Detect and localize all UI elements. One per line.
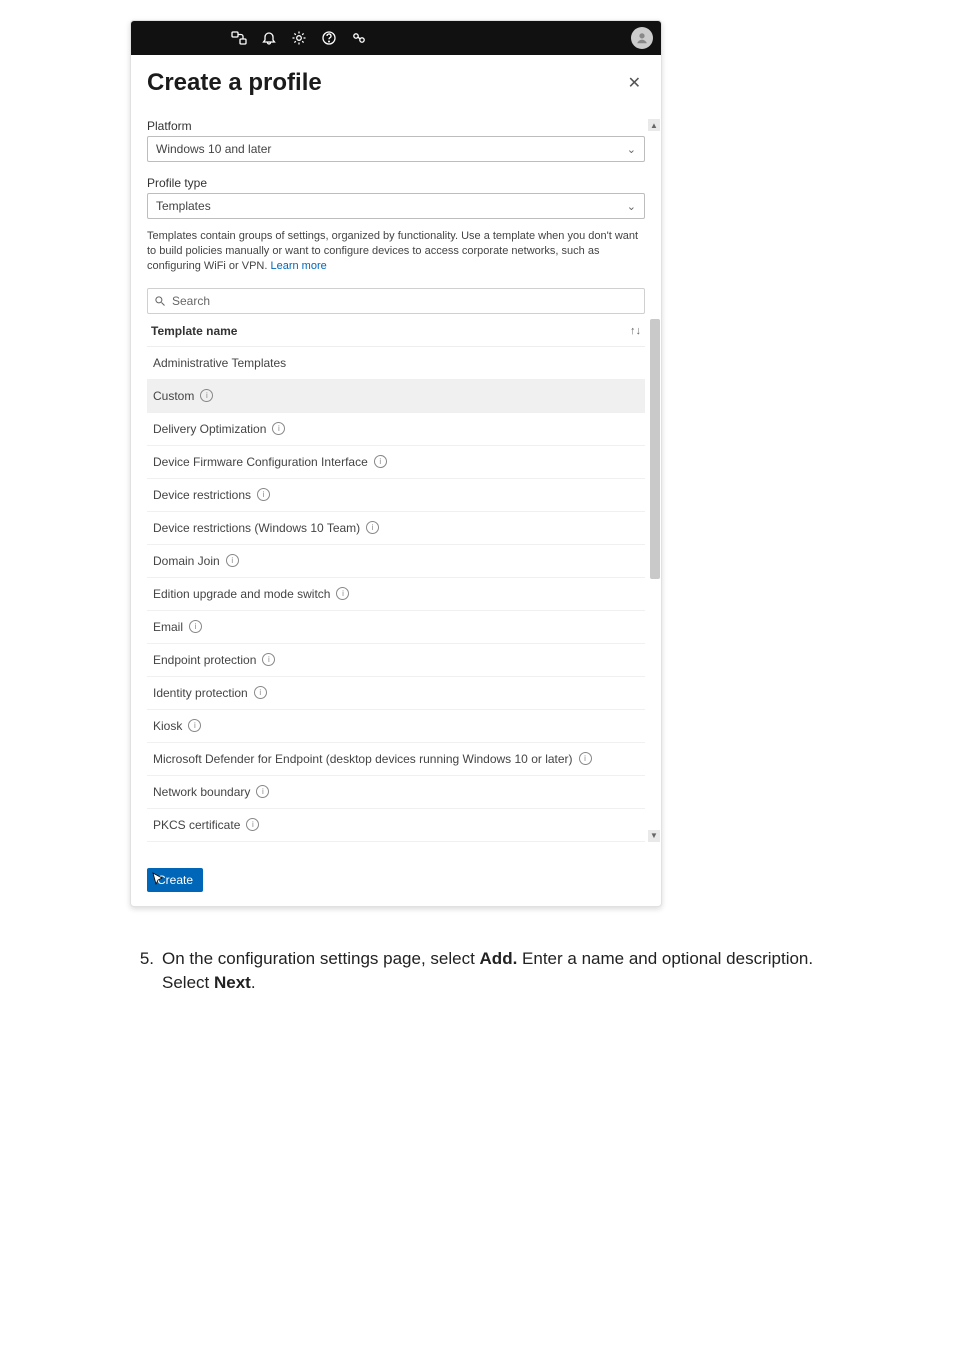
screenshot-card: Create a profile ✕ ▲ ▼ Platform Windows …: [130, 20, 662, 907]
info-icon[interactable]: i: [374, 455, 387, 468]
template-row-label: Delivery Optimization: [153, 422, 266, 436]
profile-type-select[interactable]: Templates ⌄: [147, 193, 645, 219]
scrollbar[interactable]: ▲ ▼: [648, 119, 660, 842]
template-row-label: Email: [153, 620, 183, 634]
info-icon[interactable]: i: [257, 488, 270, 501]
template-row-label: PKCS certificate: [153, 818, 240, 832]
platform-select[interactable]: Windows 10 and later ⌄: [147, 136, 645, 162]
sort-icon: ↑↓: [630, 325, 641, 337]
template-row-label: Kiosk: [153, 719, 182, 733]
template-row[interactable]: Microsoft Defender for Endpoint (desktop…: [147, 743, 645, 776]
help-icon[interactable]: [321, 30, 337, 46]
template-row-label: Edition upgrade and mode switch: [153, 587, 330, 601]
info-icon[interactable]: i: [188, 719, 201, 732]
template-row-label: Endpoint protection: [153, 653, 256, 667]
info-icon[interactable]: i: [200, 389, 213, 402]
template-row-label: Device restrictions (Windows 10 Team): [153, 521, 360, 535]
info-icon[interactable]: i: [189, 620, 202, 633]
info-icon[interactable]: i: [254, 686, 267, 699]
instruction-step-5: 5. On the configuration settings page, s…: [130, 947, 854, 996]
info-icon[interactable]: i: [262, 653, 275, 666]
template-row[interactable]: PKCS certificate i: [147, 809, 645, 842]
gear-icon[interactable]: [291, 30, 307, 46]
bell-icon[interactable]: [261, 30, 277, 46]
template-row-label: Administrative Templates: [153, 356, 286, 370]
learn-more-link[interactable]: Learn more: [270, 260, 326, 272]
close-icon[interactable]: ✕: [624, 69, 645, 97]
template-row[interactable]: Edition upgrade and mode switch i: [147, 578, 645, 611]
info-icon[interactable]: i: [256, 785, 269, 798]
template-row-label: Domain Join: [153, 554, 220, 568]
feedback-icon[interactable]: [351, 30, 367, 46]
info-icon[interactable]: i: [336, 587, 349, 600]
template-row[interactable]: Network boundary i: [147, 776, 645, 809]
template-row[interactable]: Identity protection i: [147, 677, 645, 710]
search-placeholder: Search: [172, 294, 210, 308]
template-row[interactable]: Delivery Optimization i: [147, 413, 645, 446]
template-row[interactable]: Kioski: [147, 710, 645, 743]
panel-scroll-area: ▲ ▼ Platform Windows 10 and later ⌄ Prof…: [147, 119, 645, 842]
template-row[interactable]: Endpoint protection i: [147, 644, 645, 677]
step-number: 5.: [130, 947, 154, 972]
template-row[interactable]: Device restrictions (Windows 10 Team) i: [147, 512, 645, 545]
platform-value: Windows 10 and later: [156, 142, 271, 156]
scroll-up-icon[interactable]: ▲: [648, 119, 660, 131]
scroll-thumb[interactable]: [650, 319, 660, 579]
template-row[interactable]: Emaili: [147, 611, 645, 644]
platform-label: Platform: [147, 119, 645, 133]
top-bar: [131, 21, 661, 55]
profile-type-label: Profile type: [147, 176, 645, 190]
connect-icon[interactable]: [231, 30, 247, 46]
template-list: Administrative TemplatesCustomiDelivery …: [147, 347, 645, 842]
scroll-down-icon[interactable]: ▼: [648, 830, 660, 842]
template-row-label: Microsoft Defender for Endpoint (desktop…: [153, 752, 573, 766]
search-icon: [154, 295, 166, 307]
template-row[interactable]: Administrative Templates: [147, 347, 645, 380]
info-icon[interactable]: i: [246, 818, 259, 831]
info-icon[interactable]: i: [366, 521, 379, 534]
step-text: On the configuration settings page, sele…: [162, 947, 854, 996]
info-icon[interactable]: i: [272, 422, 285, 435]
template-row[interactable]: Domain Join i: [147, 545, 645, 578]
create-button[interactable]: Create: [147, 868, 203, 892]
info-icon[interactable]: i: [226, 554, 239, 567]
template-row-label: Identity protection: [153, 686, 248, 700]
info-icon[interactable]: i: [579, 752, 592, 765]
chevron-down-icon: ⌄: [627, 200, 636, 213]
chevron-down-icon: ⌄: [627, 143, 636, 156]
template-row-label: Device restrictions: [153, 488, 251, 502]
profile-type-value: Templates: [156, 199, 211, 213]
template-row-label: Network boundary: [153, 785, 250, 799]
template-row[interactable]: Customi: [147, 380, 645, 413]
template-row[interactable]: Device restrictions i: [147, 479, 645, 512]
avatar[interactable]: [631, 27, 653, 49]
cursor-icon: [151, 871, 167, 887]
template-row-label: Custom: [153, 389, 194, 403]
grid-header-label: Template name: [151, 324, 237, 338]
search-input[interactable]: Search: [147, 288, 645, 314]
template-row[interactable]: Device Firmware Configuration Interface i: [147, 446, 645, 479]
grid-header[interactable]: Template name ↑↓: [147, 314, 645, 347]
template-row-label: Device Firmware Configuration Interface: [153, 455, 368, 469]
panel-title: Create a profile: [147, 69, 322, 97]
templates-description: Templates contain groups of settings, or…: [147, 229, 645, 274]
